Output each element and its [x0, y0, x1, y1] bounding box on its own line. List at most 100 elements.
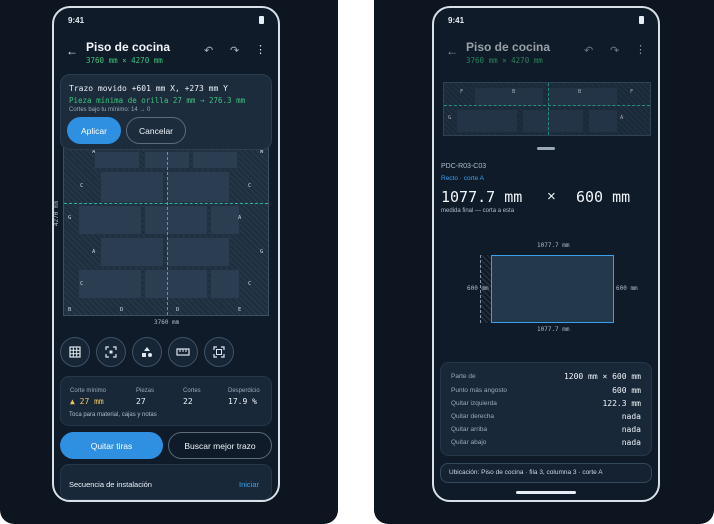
dims-note: medida final — corta a esta [441, 208, 515, 214]
waste-label: Desperdicio [228, 388, 260, 394]
tile[interactable] [100, 171, 164, 203]
back-arrow-icon[interactable]: ← [66, 44, 78, 58]
undo-icon[interactable]: ↶ [584, 44, 593, 57]
back-arrow-icon[interactable]: ← [446, 44, 458, 58]
sheet-drag-handle[interactable] [537, 147, 555, 150]
diagram-left-dim: 600 mm [467, 285, 489, 292]
diagram-right-dim: 600 mm [616, 285, 638, 292]
detail-label: Quitar arriba [451, 426, 488, 433]
detail-value: 600 mm [612, 386, 641, 395]
grid-icon [69, 346, 81, 358]
plan-width-label: 3760 mm [154, 319, 180, 326]
tile[interactable] [588, 109, 618, 133]
piece-width: 1077.7 mm [441, 188, 523, 206]
find-best-layout-button[interactable]: Buscar mejor trazo [168, 432, 272, 459]
center-tool-button[interactable] [96, 337, 126, 367]
shapes-tool-button[interactable] [132, 337, 162, 367]
piece-label: G [448, 115, 452, 121]
piece-type: Recto · corte A [441, 175, 484, 182]
tile[interactable] [192, 151, 238, 169]
ruler-tool-button[interactable] [168, 337, 198, 367]
status-time: 9:41 [68, 16, 85, 25]
battery-icon [639, 16, 644, 24]
tile[interactable] [210, 269, 240, 299]
redo-icon[interactable]: ↷ [230, 44, 239, 57]
installation-sequence-card[interactable]: Secuencia de instalación Iniciar [60, 464, 272, 500]
ruler-icon [176, 348, 190, 356]
min-cut-label: Corte mínimo [70, 388, 107, 394]
center-guide-horizontal [64, 203, 268, 204]
plan-height-label: 4270 mm [53, 200, 61, 227]
start-sequence-link[interactable]: Iniciar [239, 480, 259, 489]
tile[interactable] [474, 87, 544, 107]
page-dimensions: 3760 mm × 4270 mm [466, 56, 543, 65]
tile[interactable] [210, 205, 240, 235]
tile[interactable] [166, 171, 230, 203]
toast-min-piece: Pieza mínima de orilla 27 mm → 276.3 mm [69, 96, 246, 105]
piece-label: D [120, 307, 124, 313]
title-area: Piso de cocina 3760 mm × 4270 mm [466, 40, 550, 65]
piece-id: PDC-R03-C03 [441, 163, 487, 170]
cancel-button[interactable]: Cancelar [126, 117, 186, 144]
piece-label: F [630, 89, 634, 95]
title-area: Piso de cocina 3760 mm × 4270 mm [86, 40, 170, 65]
focus-icon [105, 346, 117, 358]
stats-hint: Toca para material, cajas y notas [69, 412, 157, 418]
floor-plan[interactable]: A W C C G A A G C C B D D E [63, 146, 269, 316]
grid-tool-button[interactable] [60, 337, 90, 367]
tile[interactable] [144, 269, 208, 299]
piece-label: C [80, 281, 84, 287]
detail-label: Quitar abajo [451, 439, 487, 446]
min-cut-value: ▲ 27 mm [70, 397, 104, 406]
piece-label: C [248, 281, 252, 287]
detail-label: Parte de [451, 373, 476, 380]
times-symbol: × [547, 188, 556, 205]
tile[interactable] [456, 109, 518, 133]
tile[interactable] [78, 269, 142, 299]
tile[interactable] [548, 87, 618, 107]
cuts-value: 22 [183, 397, 193, 406]
piece-label: A [238, 215, 242, 221]
detail-value: 122.3 mm [602, 399, 641, 408]
diagram-top-dim: 1077.7 mm [537, 242, 570, 249]
cut-details-card: Parte de 1200 mm × 600 mm Punto más ango… [440, 362, 652, 456]
page-dimensions: 3760 mm × 4270 mm [86, 56, 163, 65]
piece-label: E [238, 307, 242, 313]
sequence-label: Secuencia de instalación [69, 480, 152, 489]
more-menu-icon[interactable]: ⋮ [255, 43, 266, 56]
center-guide-vertical [167, 147, 168, 315]
center-guide-vertical [548, 83, 549, 135]
stats-card[interactable]: Corte mínimo ▲ 27 mm Piezas 27 Cortes 22… [60, 376, 272, 426]
toast-move-text: Trazo movido +601 mm X, +273 mm Y [69, 84, 228, 93]
piece-height: 600 mm [576, 188, 631, 206]
detail-value: nada [621, 425, 641, 434]
cuts-label: Cortes [183, 388, 201, 394]
detail-value: nada [621, 438, 641, 447]
center-guide-horizontal [444, 105, 650, 106]
piece-label: G [260, 249, 264, 255]
more-menu-icon[interactable]: ⋮ [635, 43, 646, 56]
detail-value: nada [621, 412, 641, 421]
tile[interactable] [522, 109, 584, 133]
detail-label: Quitar izquierda [451, 400, 497, 407]
tile[interactable] [78, 205, 142, 235]
page-title: Piso de cocina [86, 40, 171, 54]
piece-label: A [92, 249, 96, 255]
piece-label: B [578, 89, 582, 95]
tile[interactable] [144, 205, 208, 235]
piece-label: C [80, 183, 84, 189]
remove-strips-button[interactable]: Quitar tiras [60, 432, 163, 459]
detail-label: Quitar derecha [451, 413, 494, 420]
page-title: Piso de cocina [466, 40, 551, 54]
fit-tool-button[interactable] [204, 337, 234, 367]
redo-icon[interactable]: ↷ [610, 44, 619, 57]
tile[interactable] [100, 237, 164, 267]
pieces-value: 27 [136, 397, 146, 406]
tile[interactable] [94, 151, 140, 169]
undo-icon[interactable]: ↶ [204, 44, 213, 57]
tile[interactable] [166, 237, 230, 267]
mini-floor-plan[interactable]: F B B F G A [443, 82, 651, 136]
piece-label: A [620, 115, 624, 121]
apply-button[interactable]: Aplicar [67, 117, 121, 144]
status-time: 9:41 [448, 16, 465, 25]
